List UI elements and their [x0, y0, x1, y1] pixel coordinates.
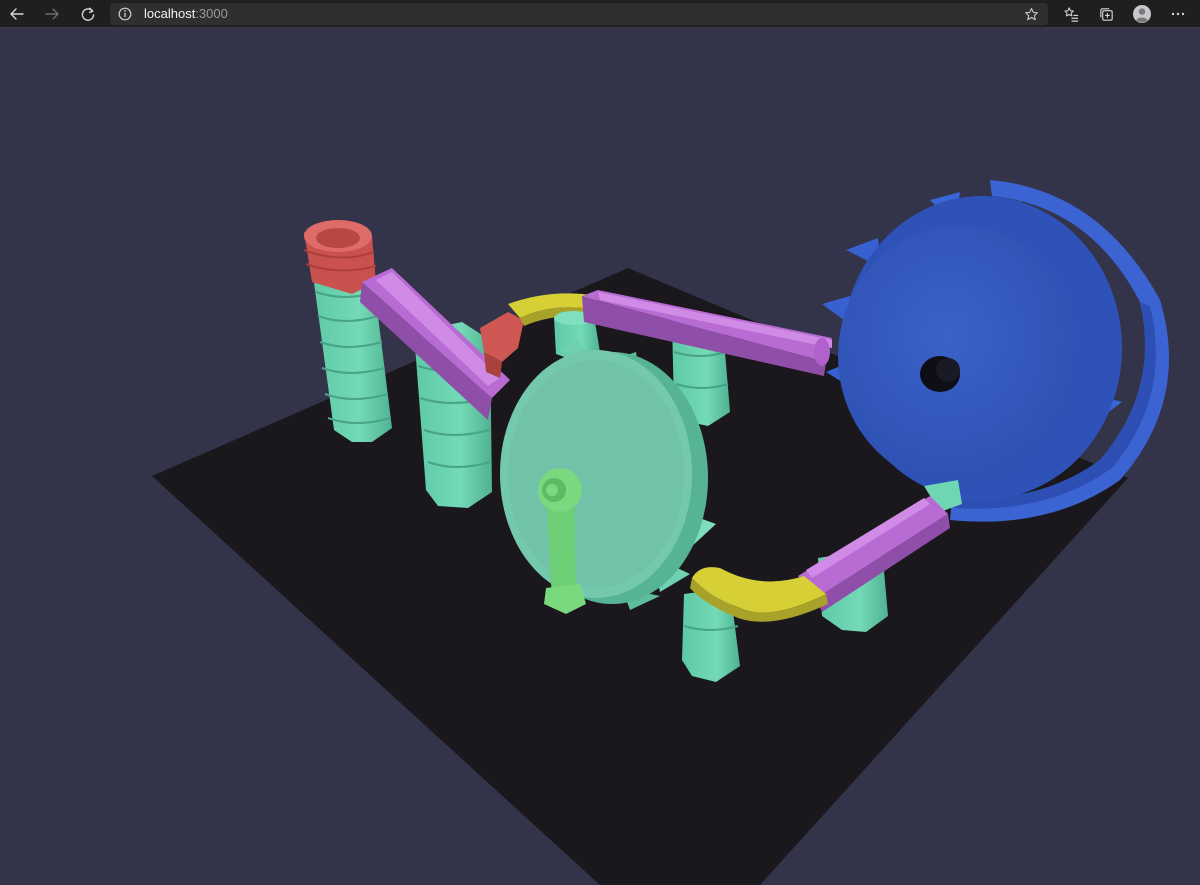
marble-run-scene[interactable] — [0, 29, 1200, 885]
more-menu-button[interactable] — [1166, 2, 1190, 26]
favorites-list-icon — [1063, 6, 1078, 22]
back-button[interactable] — [5, 2, 29, 26]
more-menu-icon — [1171, 12, 1185, 16]
collections-icon — [1099, 7, 1113, 21]
url-port: :3000 — [195, 6, 228, 21]
forward-button[interactable] — [40, 2, 64, 26]
info-icon[interactable] — [118, 7, 132, 21]
collections-button[interactable] — [1094, 2, 1118, 26]
reload-icon — [81, 7, 95, 21]
browser-window: localhost:3000 — [0, 0, 1200, 885]
back-arrow-icon — [10, 8, 24, 20]
url-text[interactable]: localhost:3000 — [144, 6, 228, 22]
star-icon — [1024, 7, 1038, 20]
profile-avatar-icon — [1133, 5, 1151, 23]
forward-arrow-icon — [45, 8, 59, 20]
favorites-button[interactable] — [1059, 2, 1083, 26]
profile-button[interactable] — [1130, 2, 1154, 26]
url-host: localhost — [144, 6, 196, 21]
favorite-button[interactable] — [1022, 5, 1040, 23]
webgl-viewport[interactable] — [0, 29, 1200, 885]
reload-button[interactable] — [76, 2, 100, 26]
browser-toolbar: localhost:3000 — [0, 0, 1200, 28]
address-bar[interactable]: localhost:3000 — [110, 3, 1048, 25]
